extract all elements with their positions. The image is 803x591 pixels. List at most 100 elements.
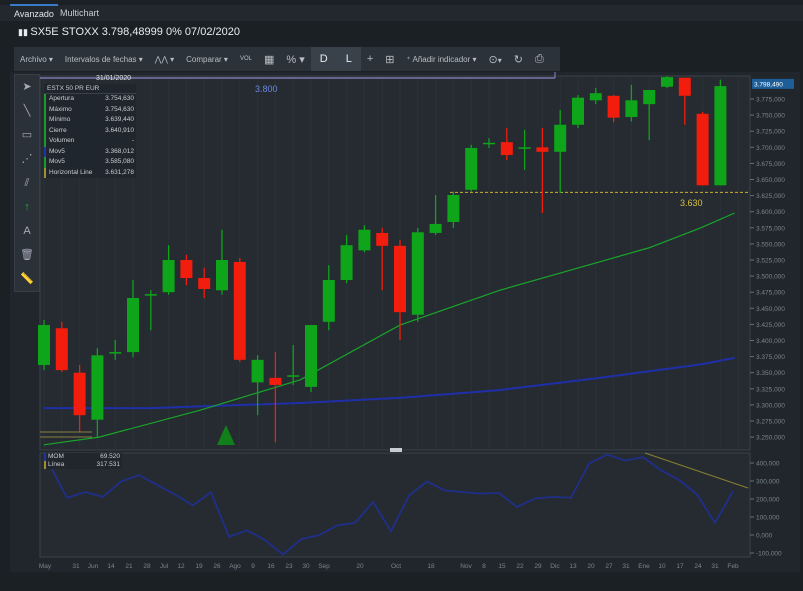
x-tick-label: 23 bbox=[285, 563, 293, 570]
candle-body bbox=[661, 77, 673, 87]
legend-label: Horizontal Line bbox=[49, 168, 93, 176]
mom-y-tick-label: -100,000 bbox=[756, 551, 782, 558]
ruler-icon[interactable]: 📏 bbox=[15, 267, 39, 291]
add-indicator-menu[interactable]: ⁺ Añadir indicador ▾ bbox=[400, 55, 482, 64]
legend-value: - bbox=[131, 137, 134, 144]
candle-body bbox=[589, 93, 602, 101]
chart-bars-icon: ▮▮ bbox=[18, 27, 31, 37]
candle-body bbox=[162, 260, 175, 293]
print-icon[interactable]: ⎙ bbox=[529, 53, 550, 66]
x-tick-label: Oct bbox=[391, 563, 401, 570]
tab-multichart[interactable]: Multichart bbox=[60, 8, 99, 18]
legend-value: 3.754,630 bbox=[105, 105, 134, 113]
percent-menu[interactable]: % ▾ bbox=[280, 53, 310, 66]
candle-body bbox=[233, 261, 246, 360]
text-tool-icon[interactable]: A bbox=[15, 219, 39, 243]
mom-y-tick-label: 200,000 bbox=[756, 497, 780, 504]
archivo-menu[interactable]: Archivo ▾ bbox=[14, 55, 59, 64]
horizontal-line-label: 3.630 bbox=[680, 198, 703, 208]
candle-body bbox=[411, 232, 424, 315]
legend-label: Volumen bbox=[49, 137, 75, 144]
x-tick-label: 24 bbox=[694, 563, 702, 570]
x-tick-label: Feb bbox=[727, 563, 739, 570]
grid-icon[interactable]: ▦ bbox=[258, 53, 280, 66]
y-tick-label: 3.575,000 bbox=[756, 225, 785, 232]
x-tick-label: 31 bbox=[711, 563, 719, 570]
x-tick-label: 10 bbox=[658, 563, 666, 570]
x-tick-label: 22 bbox=[516, 563, 524, 570]
y-tick-label: 3.600,000 bbox=[756, 209, 785, 216]
pointer-icon[interactable]: ➤ bbox=[15, 75, 39, 99]
x-tick-label: 18 bbox=[427, 563, 435, 570]
compare-menu[interactable]: Comparar ▾ bbox=[180, 55, 234, 64]
rectangle-tool-icon[interactable]: ▭ bbox=[15, 123, 39, 147]
y-tick-label: 3.400,000 bbox=[756, 338, 785, 345]
level-label-3800: 3.800 bbox=[255, 84, 278, 94]
date-intervals-menu[interactable]: Intervalos de fechas ▾ bbox=[59, 55, 149, 64]
daily-button[interactable]: D bbox=[310, 47, 337, 71]
volume-button[interactable]: VOL bbox=[234, 56, 258, 62]
fibonacci-fan-icon[interactable]: ⋰ bbox=[15, 147, 39, 171]
panel-resize-handle bbox=[390, 448, 402, 452]
candle-body bbox=[216, 260, 228, 291]
y-tick-label: 3.650,000 bbox=[756, 177, 785, 184]
candle-body bbox=[340, 245, 353, 280]
x-tick-label: 26 bbox=[213, 563, 221, 570]
y-tick-label: 3.250,000 bbox=[756, 435, 785, 442]
legend-value: 3.585,080 bbox=[105, 158, 134, 165]
candle-body bbox=[180, 260, 193, 279]
refresh-icon[interactable]: ↻ bbox=[508, 53, 529, 66]
zoom-menu[interactable]: ⊙▾ bbox=[483, 53, 508, 66]
x-tick-label: 29 bbox=[534, 563, 542, 570]
x-tick-label: Ago bbox=[229, 563, 241, 570]
candle-body bbox=[91, 355, 104, 420]
candle-body bbox=[109, 352, 122, 354]
candle-body bbox=[38, 325, 50, 365]
candle-body bbox=[518, 147, 531, 149]
line-button[interactable]: L bbox=[336, 47, 361, 71]
x-tick-label: 21 bbox=[125, 563, 133, 570]
x-tick-label: Jun bbox=[88, 563, 99, 570]
mom-y-tick-label: 0,000 bbox=[756, 533, 773, 540]
x-tick-label: 8 bbox=[482, 563, 486, 570]
legend-label: Máximo bbox=[49, 105, 72, 113]
y-tick-label: 3.525,000 bbox=[756, 258, 785, 265]
candle-body bbox=[500, 142, 513, 156]
legend-date: 31/01/2020 bbox=[96, 75, 132, 82]
legend-row: Cierre 3.640,910 bbox=[44, 125, 136, 136]
candle-body bbox=[322, 279, 335, 322]
legend-value: 3.639,440 bbox=[105, 116, 134, 123]
candle-body bbox=[144, 294, 157, 296]
mom-plot-area bbox=[39, 452, 751, 558]
mom-legend-row: MOM 69.520 bbox=[44, 453, 122, 461]
y-tick-label: 3.500,000 bbox=[756, 274, 785, 281]
y-tick-label: 3.300,000 bbox=[756, 402, 785, 409]
x-tick-label: 19 bbox=[195, 563, 203, 570]
zoom-icon: ⊙ bbox=[488, 53, 498, 66]
mom-y-tick-label: 400,000 bbox=[756, 461, 780, 468]
candle-body bbox=[394, 245, 406, 313]
x-tick-label: 30 bbox=[302, 563, 310, 570]
x-tick-label: Sep bbox=[318, 563, 330, 570]
legend-label: Mov5 bbox=[49, 147, 65, 155]
mom-y-tick-label: 300,000 bbox=[756, 479, 780, 486]
data-legend: ESTX 50 PR EUR Apertura 3.754,630 Máximo 3.… bbox=[44, 84, 136, 178]
candle-body bbox=[554, 124, 567, 152]
line-legend-row: Línea 317.531 bbox=[44, 461, 122, 469]
y-tick-label: 3.475,000 bbox=[756, 290, 785, 297]
tab-avanzado[interactable]: Avanzado bbox=[10, 4, 58, 19]
y-tick-label: 3.275,000 bbox=[756, 419, 785, 426]
arrow-up-icon[interactable]: ↑ bbox=[15, 195, 39, 219]
candle-body bbox=[447, 194, 460, 223]
y-tick-label: 3.725,000 bbox=[756, 129, 785, 136]
trash-icon[interactable]: 🗑 bbox=[15, 243, 39, 267]
x-tick-label: 15 bbox=[498, 563, 506, 570]
mom-y-tick-label: 100,000 bbox=[756, 515, 780, 522]
x-tick-label: 31 bbox=[72, 563, 80, 570]
crosshair-icon[interactable]: + bbox=[361, 53, 379, 65]
x-tick-label: 17 bbox=[676, 563, 684, 570]
basket-icon[interactable]: ⊞ bbox=[379, 53, 400, 66]
chart-type-menu[interactable]: ⋀⋀ ▾ bbox=[149, 55, 180, 64]
channel-tool-icon[interactable]: ⫽ bbox=[15, 171, 39, 195]
line-tool-icon[interactable]: ╲ bbox=[15, 99, 39, 123]
